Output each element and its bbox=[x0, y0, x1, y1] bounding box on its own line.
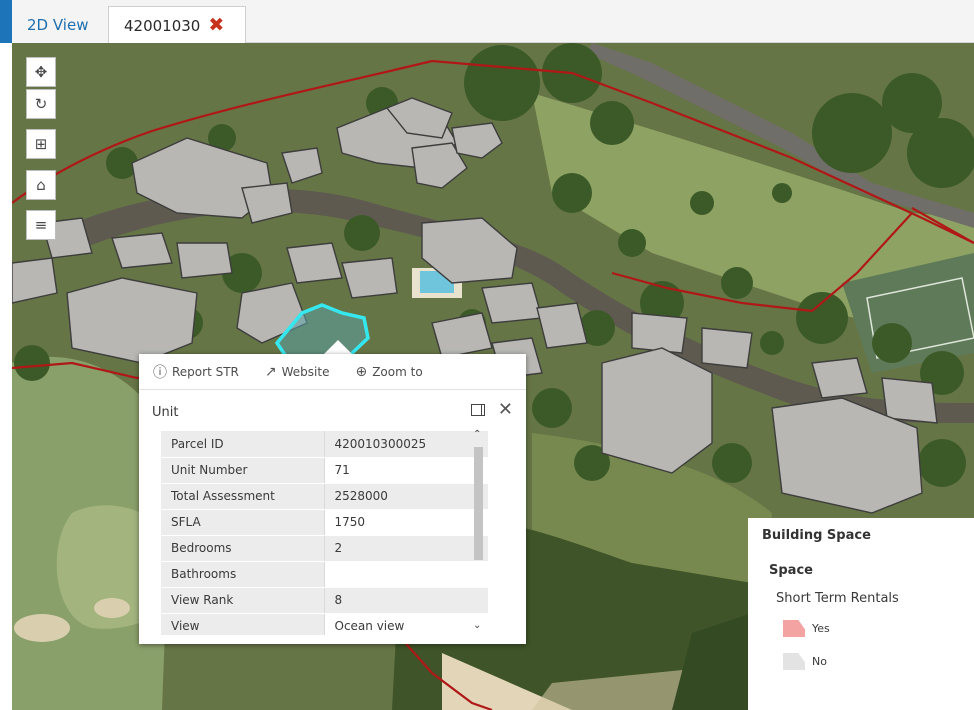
attribute-key: Parcel ID bbox=[161, 431, 325, 458]
popup-scrollbar[interactable]: ⌃ ⌄ bbox=[471, 429, 485, 631]
attribute-key: Bathrooms bbox=[161, 561, 325, 588]
legend-item-yes-label: Yes bbox=[812, 622, 830, 635]
report-str-label: Report STR bbox=[172, 364, 239, 379]
legend-item-no: No bbox=[783, 653, 827, 670]
popup-header: Unit ✕ bbox=[139, 399, 526, 425]
attribute-key: Bedrooms bbox=[161, 535, 325, 562]
info-icon: ⓘ bbox=[153, 364, 167, 381]
legend-panel: Building Space Space Short Term Rentals … bbox=[748, 518, 974, 710]
basemap-gallery-icon[interactable]: ⊞ bbox=[26, 129, 56, 159]
website-label: Website bbox=[281, 364, 330, 379]
dock-icon[interactable] bbox=[471, 404, 485, 416]
tab-2d-view[interactable]: 2D View bbox=[12, 6, 108, 43]
tab-2d-view-label: 2D View bbox=[27, 15, 89, 34]
attribute-table: Parcel ID 420010300025 Unit Number 71 Total … bbox=[161, 431, 511, 635]
attribute-value: 420010300025 bbox=[324, 431, 488, 458]
tab-accent-bar bbox=[0, 0, 12, 43]
table-row: SFLA 1750 bbox=[161, 509, 488, 536]
popup-pointer bbox=[323, 340, 353, 355]
attribute-key: View bbox=[161, 613, 325, 635]
table-row: Total Assessment 2528000 bbox=[161, 483, 488, 510]
tab-parcel[interactable]: 42001030 ✖ bbox=[108, 6, 246, 44]
popup-title: Unit bbox=[152, 404, 179, 420]
zoom-to-label: Zoom to bbox=[372, 364, 423, 379]
attribute-value: 2 bbox=[324, 535, 488, 562]
popup-actions: ⓘ Report STR ↗ Website ⊕ Zoom to bbox=[139, 354, 526, 390]
scroll-up-icon[interactable]: ⌃ bbox=[473, 429, 481, 440]
close-icon[interactable]: ✕ bbox=[498, 401, 513, 419]
attribute-key: View Rank bbox=[161, 587, 325, 614]
website-button[interactable]: ↗ Website bbox=[265, 364, 330, 380]
legend-title: Building Space bbox=[762, 528, 871, 543]
app-root: 2D View 42001030 ✖ ✥ ↻ ⊞ ⌂ ≡ ⓘ Report ST… bbox=[0, 0, 974, 710]
home-icon[interactable]: ⌂ bbox=[26, 170, 56, 200]
report-str-button[interactable]: ⓘ Report STR bbox=[153, 362, 239, 382]
zoom-to-button[interactable]: ⊕ Zoom to bbox=[355, 364, 422, 380]
table-row: Bathrooms bbox=[161, 561, 488, 588]
external-link-icon: ↗ bbox=[264, 363, 277, 380]
legend-field-name: Short Term Rentals bbox=[776, 591, 899, 606]
table-row: Unit Number 71 bbox=[161, 457, 488, 484]
tab-bar: 2D View 42001030 ✖ bbox=[0, 0, 974, 44]
layer-list-icon[interactable]: ≡ bbox=[26, 210, 56, 240]
attribute-value: 1750 bbox=[324, 509, 488, 536]
legend-layer-name: Space bbox=[769, 563, 813, 578]
legend-swatch-yes bbox=[783, 620, 805, 637]
legend-swatch-no bbox=[783, 653, 805, 670]
legend-item-yes: Yes bbox=[783, 620, 830, 637]
tab-parcel-label: 42001030 bbox=[124, 16, 201, 35]
attribute-key: SFLA bbox=[161, 509, 325, 536]
pan-icon[interactable]: ✥ bbox=[26, 57, 56, 87]
table-row: View Rank 8 bbox=[161, 587, 488, 614]
close-x-icon[interactable]: ✖ bbox=[208, 16, 224, 35]
attribute-key: Total Assessment bbox=[161, 483, 325, 510]
attribute-key: Unit Number bbox=[161, 457, 325, 484]
table-row: Bedrooms 2 bbox=[161, 535, 488, 562]
attribute-value: 2528000 bbox=[324, 483, 488, 510]
attribute-value: 8 bbox=[324, 587, 488, 614]
scroll-down-icon[interactable]: ⌄ bbox=[473, 620, 481, 631]
feature-popup: ⓘ Report STR ↗ Website ⊕ Zoom to Unit ✕ … bbox=[139, 354, 526, 644]
legend-item-no-label: No bbox=[812, 655, 827, 668]
table-row: Parcel ID 420010300025 bbox=[161, 431, 488, 458]
attribute-value: 71 bbox=[324, 457, 488, 484]
rotate-icon[interactable]: ↻ bbox=[26, 89, 56, 119]
attribute-value bbox=[324, 561, 488, 588]
zoom-to-icon: ⊕ bbox=[355, 363, 368, 380]
table-row: View Ocean view bbox=[161, 613, 488, 635]
attribute-value: Ocean view bbox=[324, 613, 488, 635]
scrollbar-thumb[interactable] bbox=[474, 447, 483, 560]
